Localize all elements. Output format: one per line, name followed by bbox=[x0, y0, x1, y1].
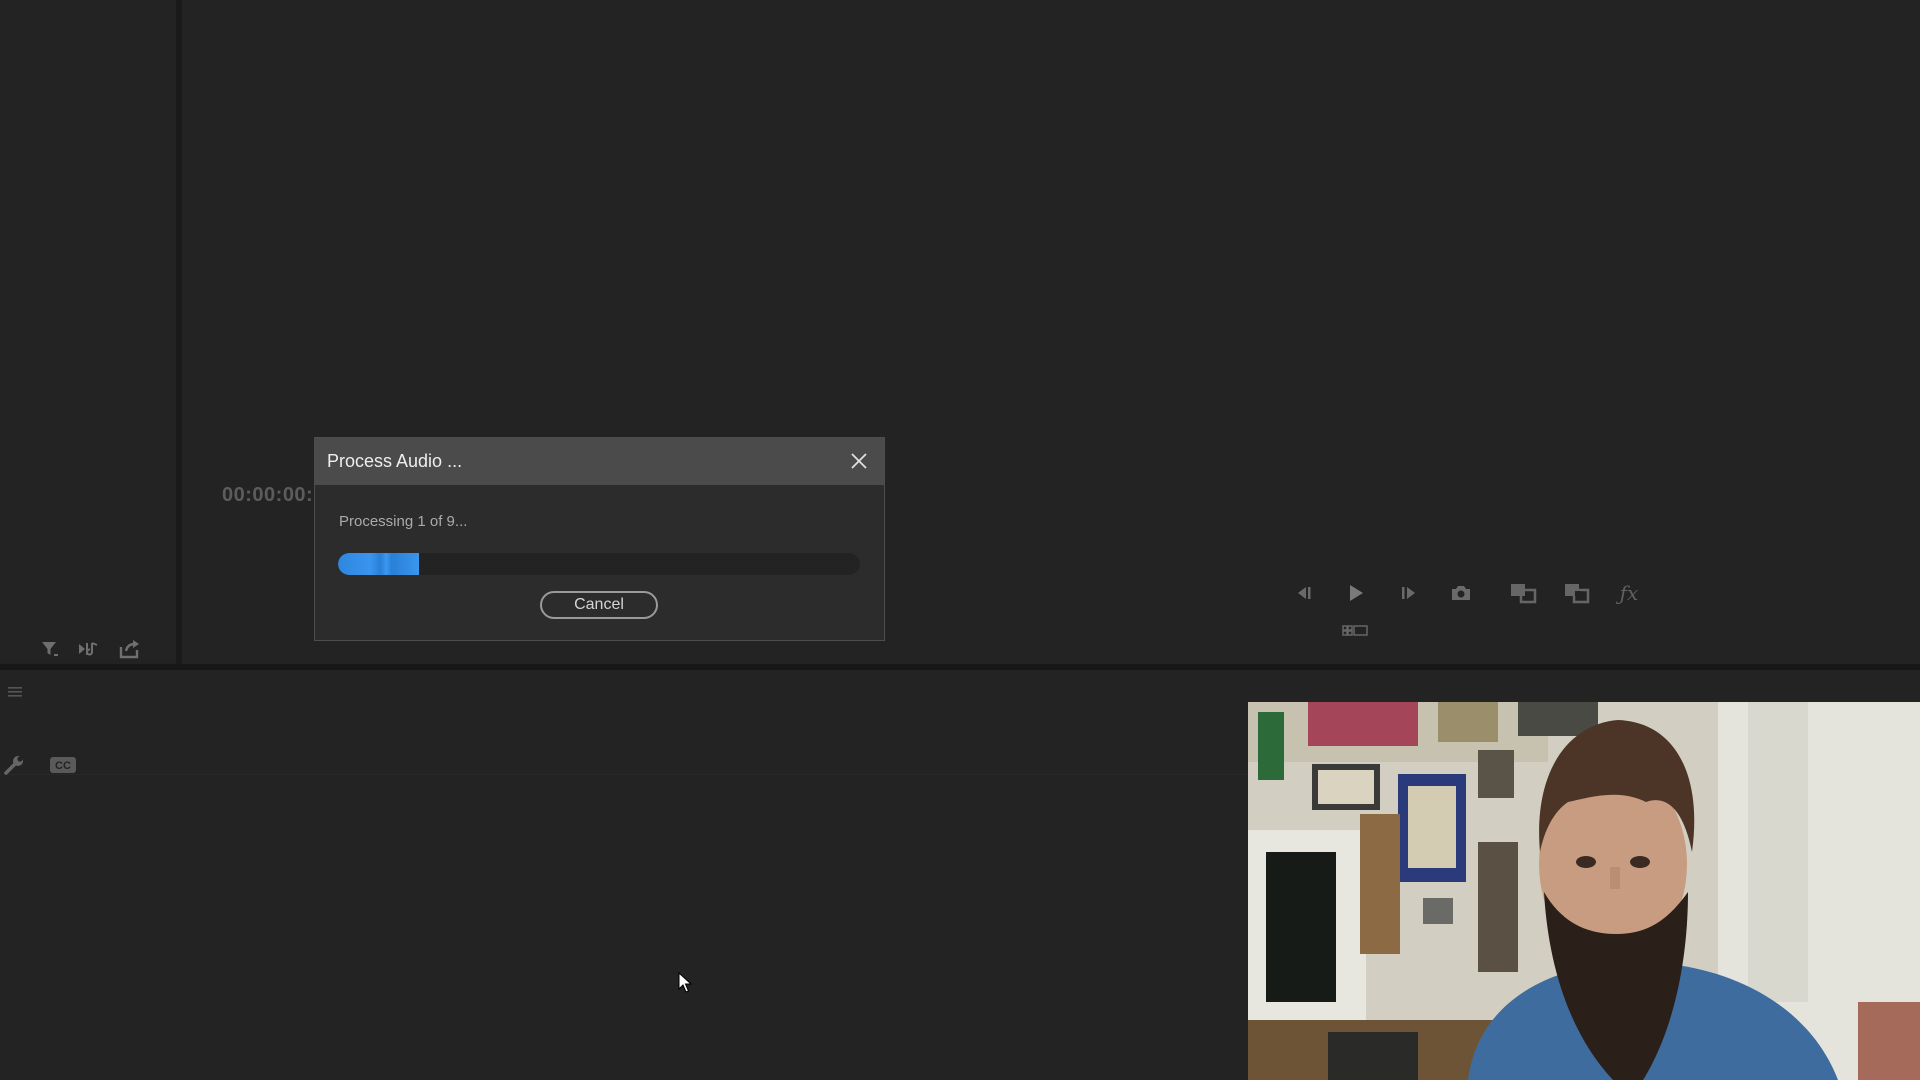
compare-icon[interactable] bbox=[1562, 580, 1592, 606]
timeline-header-separator bbox=[0, 774, 1248, 775]
mouse-cursor-icon bbox=[678, 971, 693, 999]
close-icon[interactable] bbox=[847, 449, 871, 473]
source-panel bbox=[0, 0, 176, 660]
step-forward-icon[interactable] bbox=[1396, 581, 1422, 605]
process-audio-dialog: Process Audio ... Processing 1 of 9... C… bbox=[314, 437, 885, 641]
dialog-title-bar[interactable]: Process Audio ... bbox=[315, 438, 884, 485]
progress-bar-fill bbox=[338, 553, 419, 575]
source-timecode: 00:00:00: bbox=[222, 484, 314, 506]
camera-icon[interactable] bbox=[1448, 581, 1474, 605]
fx-icon[interactable]: ƒx bbox=[1616, 580, 1642, 606]
cancel-button[interactable]: Cancel bbox=[540, 591, 658, 619]
multicam-icon[interactable] bbox=[1340, 620, 1370, 642]
processing-status: Processing 1 of 9... bbox=[339, 513, 468, 530]
overlay-icon[interactable] bbox=[1508, 580, 1538, 606]
progress-bar bbox=[338, 553, 860, 575]
svg-text:CC: CC bbox=[55, 760, 71, 772]
wrench-icon[interactable] bbox=[2, 753, 26, 777]
captions-icon[interactable]: CC bbox=[48, 754, 78, 776]
filter-icon[interactable] bbox=[38, 638, 62, 660]
step-back-icon[interactable] bbox=[1290, 581, 1316, 605]
export-icon[interactable] bbox=[117, 637, 143, 661]
dialog-title: Process Audio ... bbox=[327, 451, 463, 471]
play-icon[interactable] bbox=[1343, 581, 1369, 605]
hamburger-icon[interactable] bbox=[6, 683, 24, 701]
insert-clip-icon[interactable] bbox=[76, 638, 102, 660]
webcam-overlay bbox=[1248, 702, 1920, 1080]
